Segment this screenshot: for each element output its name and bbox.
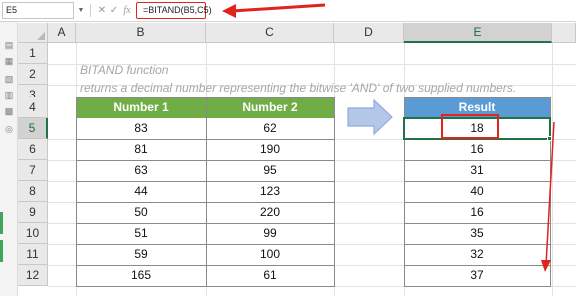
function-description: returns a decimal number representing th… — [80, 81, 517, 95]
table-divider — [76, 160, 335, 161]
grid-icon[interactable]: ▩ — [4, 106, 14, 116]
row-header-12[interactable]: 12 — [18, 265, 48, 286]
row-header-11[interactable]: 11 — [18, 244, 48, 265]
table-divider — [404, 223, 551, 224]
function-icon[interactable]: fx — [121, 3, 133, 18]
binoculars-icon[interactable]: ◎ — [4, 124, 14, 134]
formula-bar: E5 ▼ ✕ ✓ fx =BITAND(B5,C5) — [0, 0, 576, 22]
list-icon[interactable]: ▥ — [4, 90, 14, 100]
table-divider — [404, 202, 551, 203]
table-divider — [404, 244, 551, 245]
right-block-arrow-icon — [347, 98, 393, 136]
name-box[interactable]: E5 — [2, 2, 74, 19]
name-box-dropdown-icon[interactable]: ▼ — [76, 2, 86, 19]
table-divider — [76, 202, 335, 203]
row-header-1[interactable]: 1 — [18, 43, 48, 64]
row-header-5[interactable]: 5 — [18, 118, 48, 139]
column-header-b[interactable]: B — [76, 23, 206, 43]
function-title: BITAND function — [80, 63, 169, 77]
fill-handle[interactable] — [547, 136, 552, 141]
left-sidebar-rail: ▤ ▦ ▧ ▥ ▩ ◎ — [0, 22, 18, 296]
rail-indicator — [0, 240, 3, 262]
row-header-7[interactable]: 7 — [18, 160, 48, 181]
column-header-d[interactable]: D — [334, 23, 404, 43]
row-header-2[interactable]: 2 — [18, 64, 48, 85]
table-divider — [404, 265, 551, 266]
table-icon[interactable]: ▦ — [4, 56, 14, 66]
table-divider — [76, 181, 335, 182]
result-highlight-box — [441, 114, 499, 139]
row-header-9[interactable]: 9 — [18, 202, 48, 223]
table-divider — [206, 97, 207, 287]
rail-indicator — [0, 212, 3, 234]
table-divider — [76, 223, 335, 224]
column-header-c[interactable]: C — [206, 23, 334, 43]
formula-bar-divider — [90, 4, 91, 17]
table-divider — [404, 181, 551, 182]
row-header-6[interactable]: 6 — [18, 139, 48, 160]
column-header-f[interactable] — [552, 23, 576, 43]
sheet-icon[interactable]: ▤ — [4, 40, 14, 50]
row-header-8[interactable]: 8 — [18, 181, 48, 202]
column-header-e[interactable]: E — [404, 23, 552, 43]
paint-icon[interactable]: ▧ — [4, 74, 14, 84]
enter-icon[interactable]: ✓ — [108, 3, 120, 18]
row-header-10[interactable]: 10 — [18, 223, 48, 244]
column-header-a[interactable]: A — [48, 23, 76, 43]
table-divider — [404, 160, 551, 161]
cancel-icon[interactable]: ✕ — [96, 3, 108, 18]
table-divider — [76, 139, 335, 140]
row-header-4[interactable]: 4 — [18, 97, 48, 118]
formula-input[interactable]: =BITAND(B5,C5) — [136, 2, 212, 19]
table-divider — [76, 265, 335, 266]
gridline — [552, 43, 553, 296]
table-divider — [76, 244, 335, 245]
select-all-corner[interactable] — [18, 23, 48, 43]
